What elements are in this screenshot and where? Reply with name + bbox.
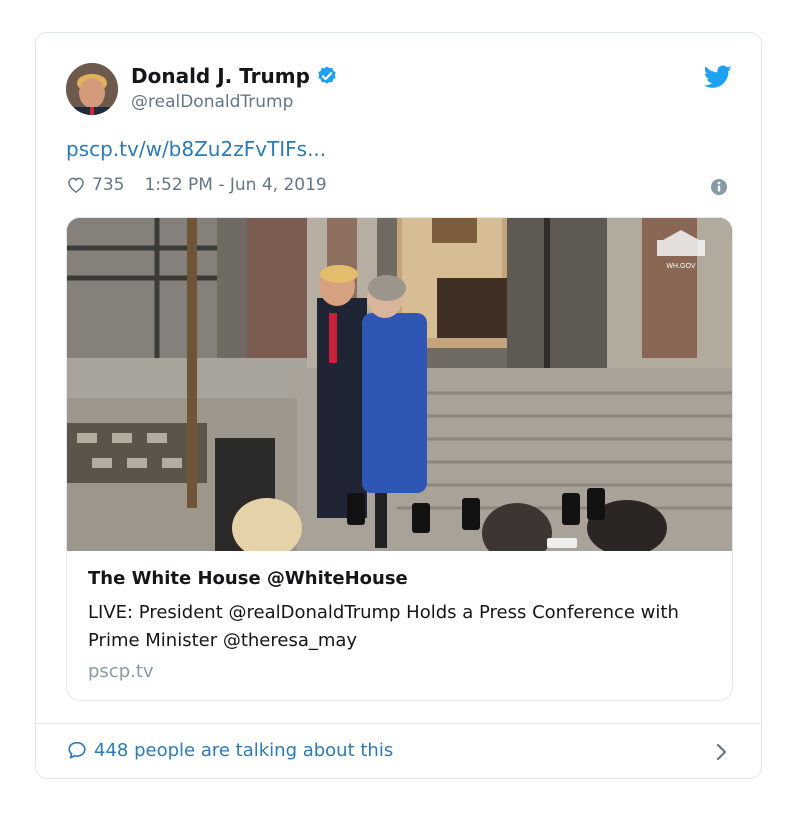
verified-badge-icon — [318, 66, 336, 84]
talking-text[interactable]: 448 people are talking about this — [94, 740, 393, 761]
speech-bubble-icon — [68, 741, 86, 759]
tweet-embed: Donald J. Trump @realDonaldTrump pscp.tv… — [35, 32, 762, 779]
link-card[interactable]: WH.GOV The White House @WhiteHouse LIVE:… — [66, 217, 733, 701]
twitter-bird-icon[interactable] — [704, 65, 732, 89]
author-avatar[interactable] — [66, 63, 118, 115]
card-title[interactable]: The White House @WhiteHouse — [88, 568, 708, 589]
card-domain[interactable]: pscp.tv — [88, 661, 708, 682]
card-text[interactable]: The White House @WhiteHouse LIVE: Presid… — [88, 568, 708, 682]
card-thumbnail[interactable]: WH.GOV — [67, 218, 733, 551]
chevron-right-icon[interactable] — [715, 741, 729, 763]
tweet-timestamp[interactable]: 1:52 PM - Jun 4, 2019 — [144, 175, 326, 195]
card-description[interactable]: LIVE: President @realDonaldTrump Holds a… — [88, 599, 708, 655]
like-count[interactable]: 735 — [92, 175, 124, 195]
watermark-text: WH.GOV — [666, 263, 695, 270]
author-handle[interactable]: @realDonaldTrump — [131, 92, 293, 112]
talking-link[interactable]: 448 people are talking about this — [66, 739, 393, 761]
tweet-link[interactable]: pscp.tv/w/b8Zu2zFvTIFs... — [66, 137, 326, 161]
author-name-row[interactable]: Donald J. Trump — [131, 64, 338, 88]
info-icon[interactable] — [710, 178, 728, 196]
author-name[interactable]: Donald J. Trump — [131, 64, 310, 88]
divider — [36, 723, 761, 724]
tweet-meta: 735 1:52 PM - Jun 4, 2019 — [66, 175, 327, 195]
heart-icon[interactable] — [66, 175, 86, 195]
